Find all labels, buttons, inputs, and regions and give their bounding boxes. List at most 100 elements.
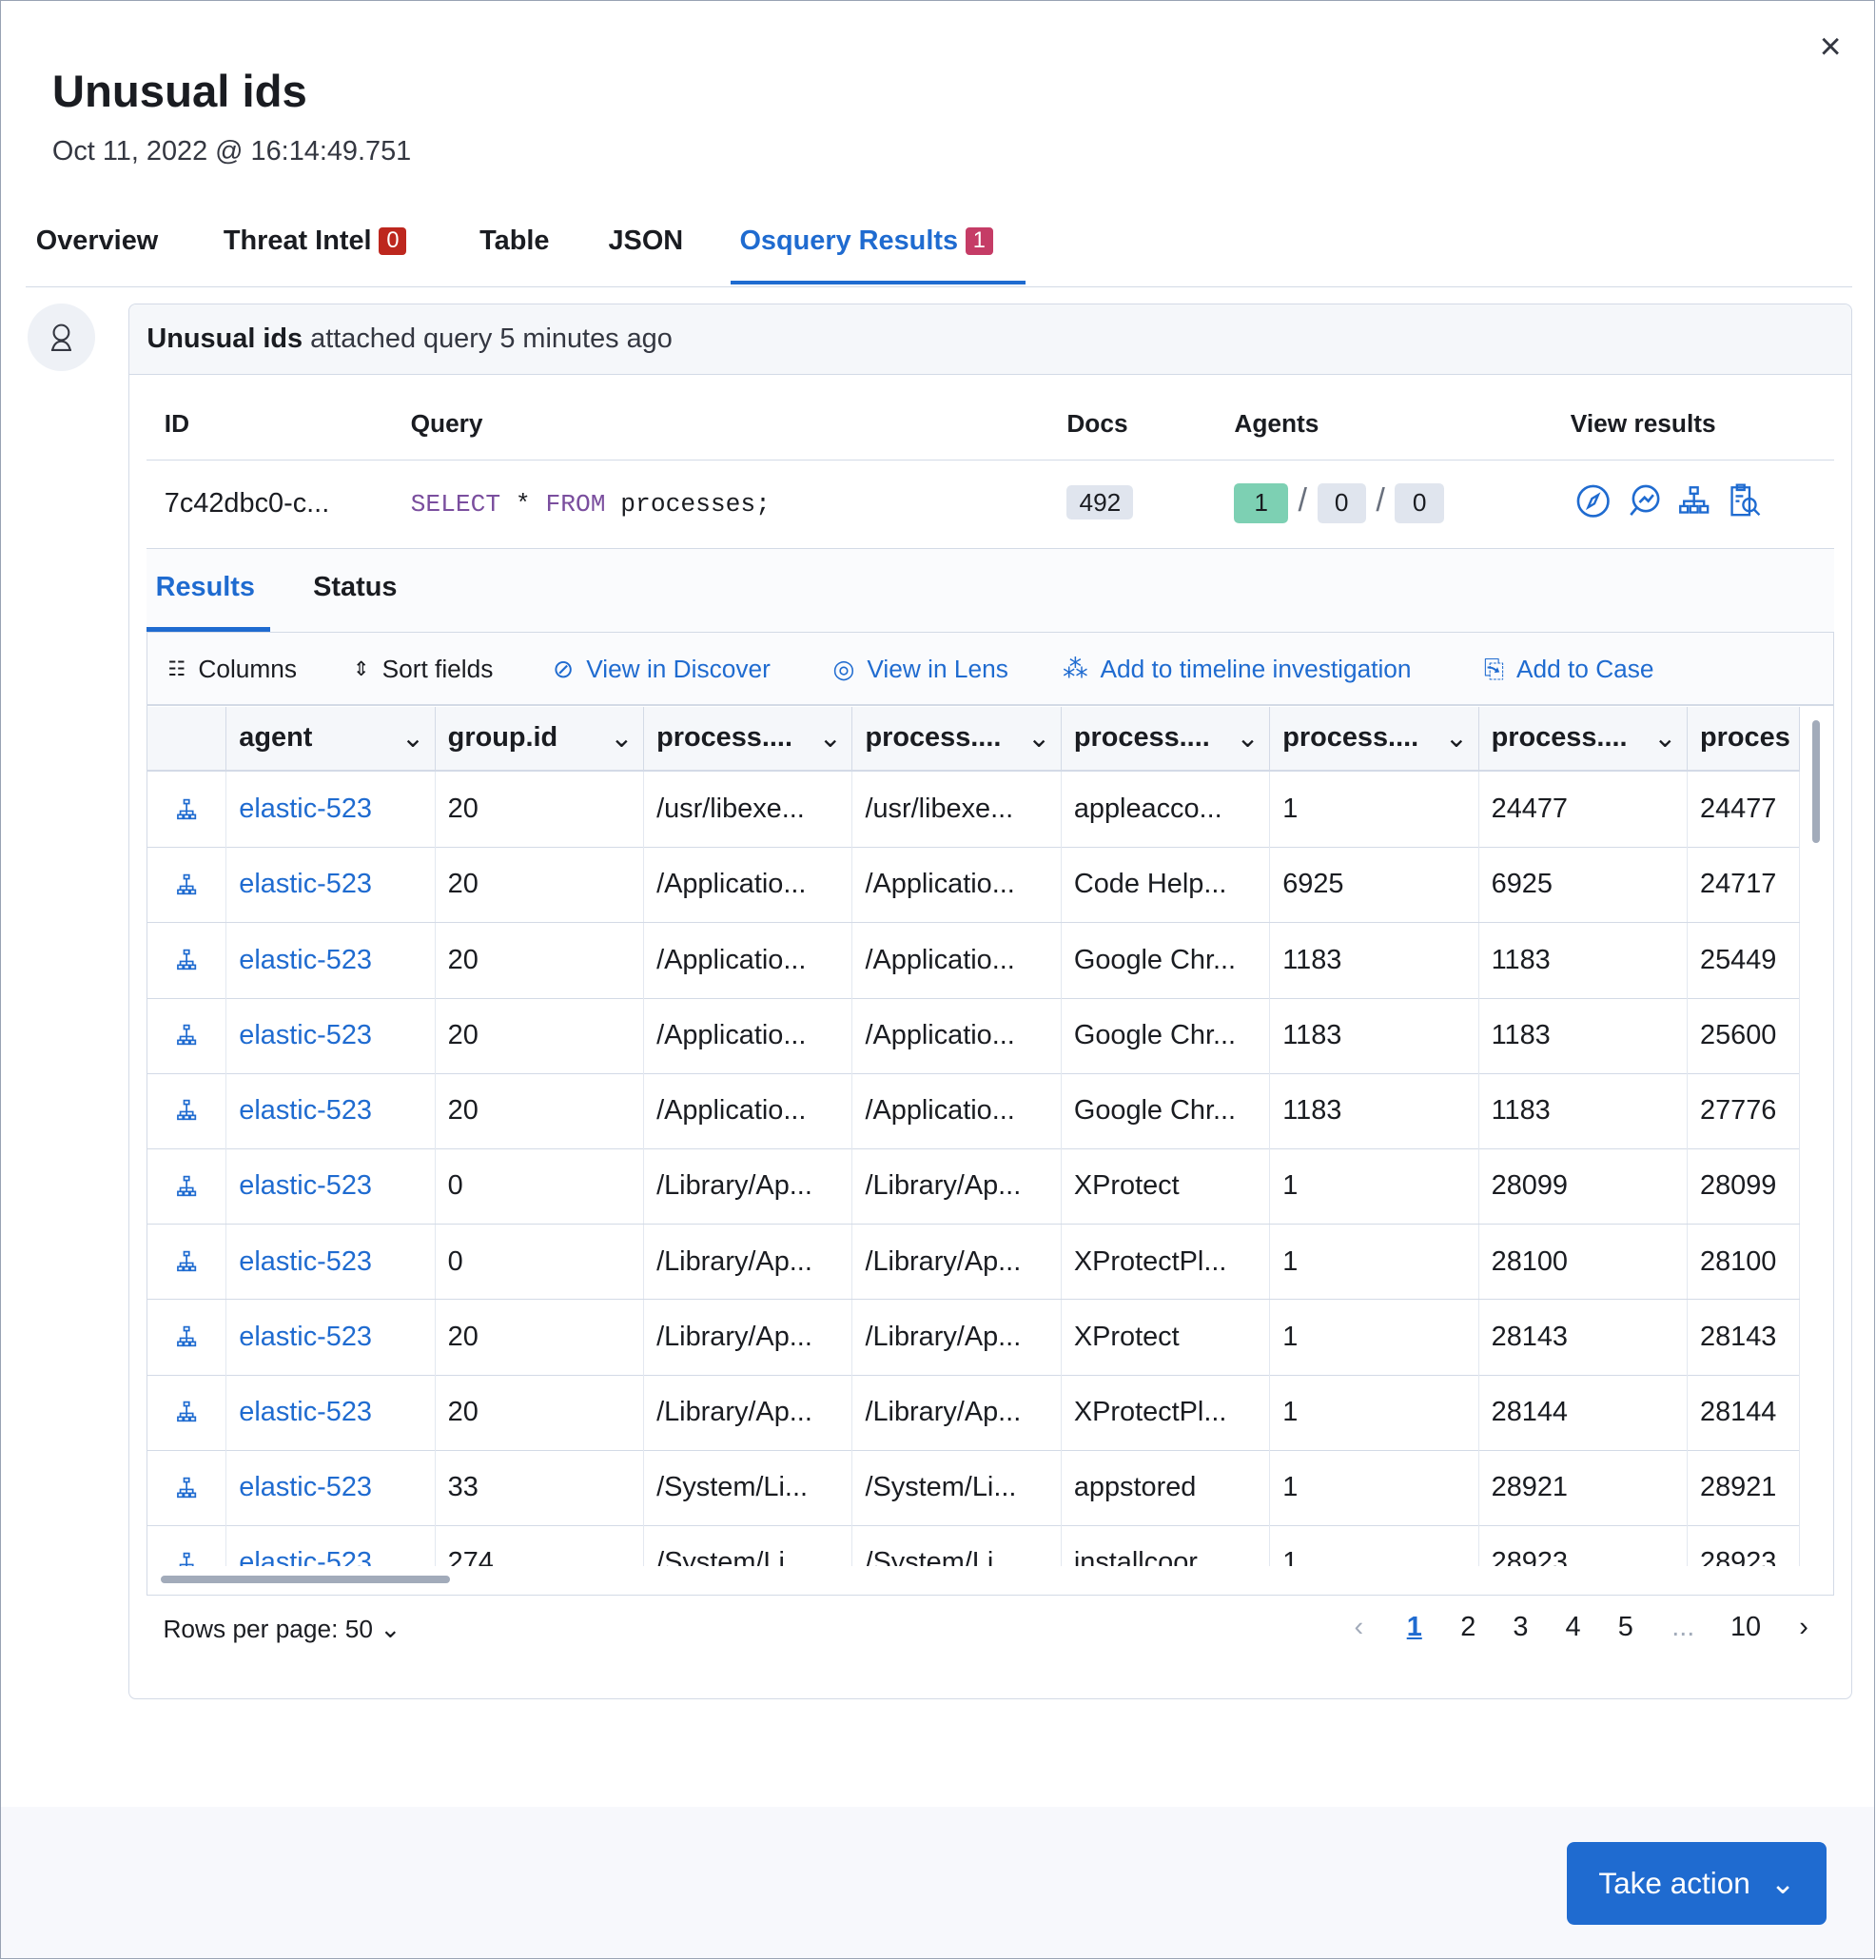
grid-cell: 1 — [1270, 772, 1479, 848]
add-to-case-button[interactable]: ⎘ Add to Case — [1484, 655, 1654, 685]
page-5-button[interactable]: 5 — [1618, 1612, 1633, 1643]
tab-json[interactable]: JSON — [608, 225, 683, 257]
column-header[interactable]: process.... ⌄ — [644, 706, 853, 770]
grid-header-row: agent ⌄ group.id ⌄ process.... ⌄ process.... ⌄ p… — [147, 706, 1801, 772]
investigate-in-timeline-icon[interactable] — [147, 1450, 227, 1526]
agent-link[interactable]: elastic-523 — [226, 1073, 436, 1148]
investigate-in-timeline-icon[interactable] — [147, 847, 227, 923]
button-label: Add to timeline investigation — [1100, 654, 1412, 683]
grid-cell: 20 — [436, 1073, 644, 1148]
agent-link[interactable]: elastic-523 — [226, 997, 436, 1073]
add-to-timeline-button[interactable]: ⁂ Add to timeline investigation — [1063, 655, 1411, 684]
page-1-button[interactable]: 1 — [1407, 1612, 1422, 1643]
grid-cell: 1183 — [1479, 997, 1688, 1073]
agents-pending-badge: 0 — [1317, 483, 1366, 523]
grid-cell: /Applicatio... — [644, 997, 853, 1073]
table-row: elastic-523 20/Applicatio.../Applicatio..… — [147, 847, 1801, 924]
grid-cell: /Library/Ap... — [852, 1375, 1062, 1450]
agent-link[interactable]: elastic-523 — [226, 1148, 436, 1225]
investigate-in-timeline-icon[interactable] — [147, 1148, 227, 1225]
grid-cell: /Applicatio... — [644, 922, 853, 998]
agent-link[interactable]: elastic-523 — [226, 1224, 436, 1300]
tab-results[interactable]: Results — [156, 572, 255, 603]
agent-link[interactable]: elastic-523 — [226, 922, 436, 998]
alert-timestamp: Oct 11, 2022 @ 16:14:49.751 — [51, 135, 412, 167]
agent-link[interactable]: elastic-523 — [226, 847, 436, 923]
investigate-in-timeline-icon[interactable] — [147, 1299, 227, 1375]
col-header-docs: Docs — [1066, 409, 1128, 439]
grid-cell: 0 — [436, 1148, 644, 1225]
close-icon[interactable]: × — [1820, 26, 1842, 69]
column-header[interactable]: process.... ⌄ — [1062, 706, 1271, 770]
page-3-button[interactable]: 3 — [1513, 1612, 1528, 1643]
investigate-in-timeline-icon[interactable] — [147, 922, 227, 998]
panel-header: Unusual ids attached query 5 minutes ago — [129, 304, 1852, 375]
grid-cell: 20 — [436, 1299, 644, 1375]
grid-cell: /Library/Ap... — [852, 1224, 1062, 1300]
investigate-in-timeline-icon[interactable] — [147, 1525, 227, 1566]
lens-icon[interactable] — [1626, 482, 1663, 519]
column-header[interactable]: process.... ⌄ — [1270, 706, 1479, 770]
column-header[interactable]: process.... ⌄ — [852, 706, 1062, 770]
investigate-in-timeline-icon[interactable] — [147, 1073, 227, 1148]
chevron-down-icon: ⌄ — [1444, 723, 1468, 755]
vertical-scrollbar[interactable] — [1812, 720, 1821, 844]
page-2-button[interactable]: 2 — [1460, 1612, 1475, 1643]
grid-cell: 28923 — [1688, 1525, 1801, 1566]
chevron-down-icon: ⌄ — [1236, 723, 1260, 755]
horizontal-scrollbar[interactable] — [160, 1576, 451, 1583]
grid-cell: 25449 — [1688, 922, 1801, 998]
grid-cell: 1 — [1270, 1450, 1479, 1526]
page-4-button[interactable]: 4 — [1566, 1612, 1581, 1643]
column-header[interactable]: proces — [1688, 706, 1801, 770]
tab-osquery-results[interactable]: Osquery Results 1 — [739, 225, 993, 257]
investigate-in-timeline-icon[interactable] — [147, 1375, 227, 1450]
tab-label: Overview — [35, 225, 159, 257]
grid-cell: 1183 — [1270, 997, 1479, 1073]
separator: / — [1376, 482, 1385, 519]
grid-cell: 20 — [436, 1375, 644, 1450]
button-label: Add to Case — [1515, 655, 1654, 684]
docs-count-badge: 492 — [1066, 485, 1134, 520]
previous-page-icon[interactable]: ‹ — [1355, 1612, 1364, 1643]
grid-cell: /Library/Ap... — [644, 1224, 853, 1300]
column-header[interactable]: agent ⌄ — [226, 706, 436, 770]
sort-fields-button[interactable]: ⇕ Sort fields — [353, 655, 494, 684]
agent-link[interactable]: elastic-523 — [226, 1299, 436, 1375]
grid-cell: 20 — [436, 997, 644, 1073]
grid-cell: /System/Li... — [852, 1450, 1062, 1526]
col-header-agents: Agents — [1234, 409, 1319, 439]
agent-link[interactable]: elastic-523 — [226, 1375, 436, 1450]
take-action-button[interactable]: Take action ⌄ — [1567, 1842, 1827, 1925]
user-avatar-icon — [27, 303, 95, 371]
tab-status[interactable]: Status — [313, 572, 397, 603]
table-row: elastic-523 20/Library/Ap.../Library/Ap..… — [147, 1375, 1801, 1451]
tab-overview[interactable]: Overview — [36, 225, 158, 257]
view-in-discover-button[interactable]: ⊘ View in Discover — [553, 655, 771, 684]
rule-name: Unusual ids — [147, 323, 303, 354]
column-header[interactable]: group.id ⌄ — [436, 706, 644, 770]
timeline-icon[interactable] — [1675, 482, 1712, 519]
agent-link[interactable]: elastic-523 — [226, 772, 436, 848]
agent-link[interactable]: elastic-523 — [226, 1525, 436, 1566]
rows-per-page-select[interactable]: Rows per page: 50 ⌄ — [163, 1615, 401, 1644]
tab-label: Osquery Results — [739, 225, 959, 257]
grid-cell: 28923 — [1479, 1525, 1688, 1566]
columns-button[interactable]: ☷ Columns — [167, 655, 297, 684]
grid-cell: 1183 — [1479, 922, 1688, 998]
tab-table[interactable]: Table — [479, 225, 549, 257]
tab-threat-intel[interactable]: Threat Intel 0 — [224, 225, 407, 257]
page-10-button[interactable]: 10 — [1730, 1612, 1761, 1643]
add-to-case-icon[interactable] — [1726, 482, 1763, 519]
column-header[interactable]: process.... ⌄ — [1479, 706, 1688, 770]
discover-icon[interactable] — [1574, 482, 1612, 519]
table-row: elastic-523 33/System/Li.../System/Li... a… — [147, 1450, 1801, 1527]
investigate-in-timeline-icon[interactable] — [147, 772, 227, 848]
investigate-in-timeline-icon[interactable] — [147, 997, 227, 1073]
agent-link[interactable]: elastic-523 — [226, 1450, 436, 1526]
grid-cell: 1 — [1270, 1299, 1479, 1375]
next-page-icon[interactable]: › — [1799, 1612, 1808, 1643]
col-header-query: Query — [410, 409, 483, 439]
view-in-lens-button[interactable]: ◎ View in Lens — [832, 655, 1008, 684]
investigate-in-timeline-icon[interactable] — [147, 1224, 227, 1300]
